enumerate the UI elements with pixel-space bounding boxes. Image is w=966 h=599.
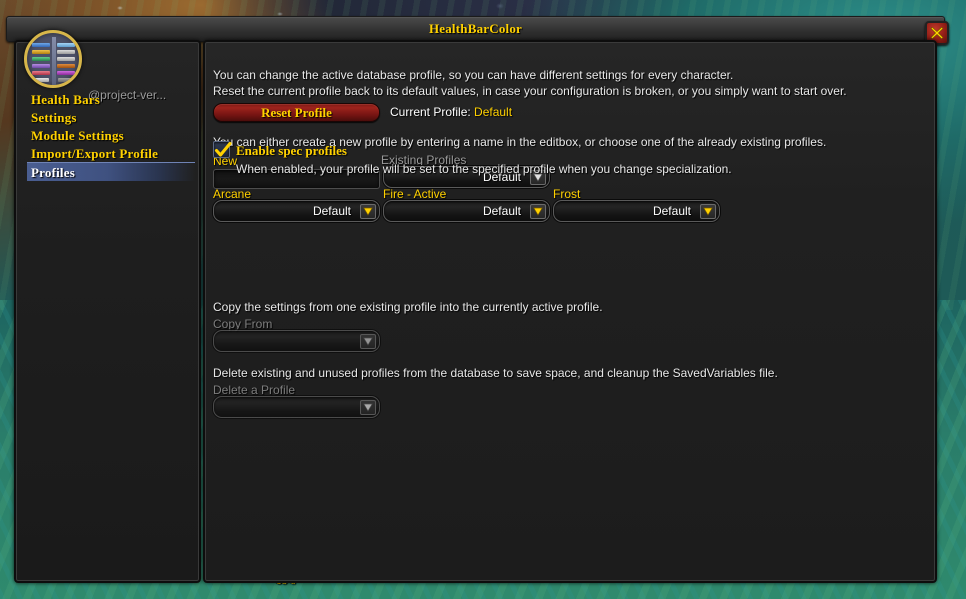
- copy-from-dropdown[interactable]: [213, 330, 380, 352]
- delete-profile-label: Delete a Profile: [213, 383, 296, 397]
- current-profile-prefix: Current Profile:: [390, 105, 475, 119]
- logo-bar: [33, 78, 49, 82]
- chevron-down-icon[interactable]: [360, 334, 376, 349]
- sidebar-item-settings[interactable]: Settings: [27, 108, 195, 127]
- sidebar-item-health-bars[interactable]: Health Bars: [27, 90, 195, 109]
- logo-bar: [58, 78, 74, 82]
- logo-bar: [32, 71, 50, 75]
- delete-profile-line: Delete existing and unused profiles from…: [213, 366, 778, 380]
- spec-value-fire: Default: [482, 204, 521, 218]
- chevron-down-glyph: [363, 403, 373, 412]
- spec-value-frost: Default: [652, 204, 691, 218]
- logo-bar: [57, 50, 75, 54]
- logo-bar: [32, 57, 50, 61]
- reset-profile-button[interactable]: Reset Profile: [213, 103, 380, 122]
- logo-bar: [32, 43, 50, 47]
- chevron-down-glyph: [703, 207, 713, 216]
- window-body: @project-ver... Health Bars Settings Mod…: [6, 30, 945, 583]
- checkmark-icon: [214, 141, 232, 157]
- chevron-down-glyph: [363, 207, 373, 216]
- copy-from-label: Copy From: [213, 317, 273, 331]
- logo-bar: [57, 43, 75, 47]
- logo-bar: [57, 71, 75, 75]
- spec-label-fire: Fire - Active: [383, 187, 447, 201]
- addon-logo-icon: [24, 30, 82, 88]
- spec-dropdown-arcane[interactable]: Default: [213, 200, 380, 222]
- logo-divider: [52, 37, 56, 85]
- spec-label-frost: Frost: [553, 187, 581, 201]
- sidebar-item-module-settings[interactable]: Module Settings: [27, 126, 195, 145]
- logo-bar: [57, 57, 75, 61]
- window-title-bar: HealthBarColor: [6, 16, 945, 42]
- spec-label-arcane: Arcane: [213, 187, 252, 201]
- logo-bar: [57, 64, 75, 68]
- sidebar-item-profiles[interactable]: Profiles: [27, 162, 195, 181]
- sidebar-item-import-export-profile[interactable]: Import/Export Profile: [27, 144, 195, 163]
- spec-dropdown-frost[interactable]: Default: [553, 200, 720, 222]
- sidebar-panel: @project-ver... Health Bars Settings Mod…: [14, 30, 201, 583]
- close-x-glyph: [930, 26, 944, 40]
- spec-dropdown-fire[interactable]: Default: [383, 200, 550, 222]
- copy-profile-line: Copy the settings from one existing prof…: [213, 300, 603, 314]
- chevron-down-glyph: [363, 337, 373, 346]
- window-title: HealthBarColor: [428, 21, 523, 36]
- intro-line-2: Reset the current profile back to its de…: [213, 84, 847, 98]
- chevron-down-icon[interactable]: [360, 400, 376, 415]
- spec-profiles-description: When enabled, your profile will be set t…: [236, 162, 732, 176]
- logo-bar: [32, 50, 50, 54]
- current-profile-status: Current Profile: Default: [390, 105, 512, 119]
- chevron-down-icon[interactable]: [530, 204, 546, 219]
- enable-spec-profiles-checkbox[interactable]: [213, 141, 232, 158]
- healthbarcolor-config-window: HealthBarColor @project-ver... Health Ba…: [0, 16, 958, 583]
- profiles-content-panel: You can change the active database profi…: [203, 40, 937, 583]
- chevron-down-icon[interactable]: [700, 204, 716, 219]
- intro-line-1: You can change the active database profi…: [213, 68, 734, 82]
- spec-value-arcane: Default: [312, 204, 351, 218]
- delete-profile-dropdown[interactable]: [213, 396, 380, 418]
- logo-bar: [32, 64, 50, 68]
- current-profile-value: Default: [474, 105, 513, 119]
- chevron-down-glyph: [533, 207, 543, 216]
- enable-spec-profiles-label[interactable]: Enable spec profiles: [236, 143, 347, 159]
- chevron-down-icon[interactable]: [360, 204, 376, 219]
